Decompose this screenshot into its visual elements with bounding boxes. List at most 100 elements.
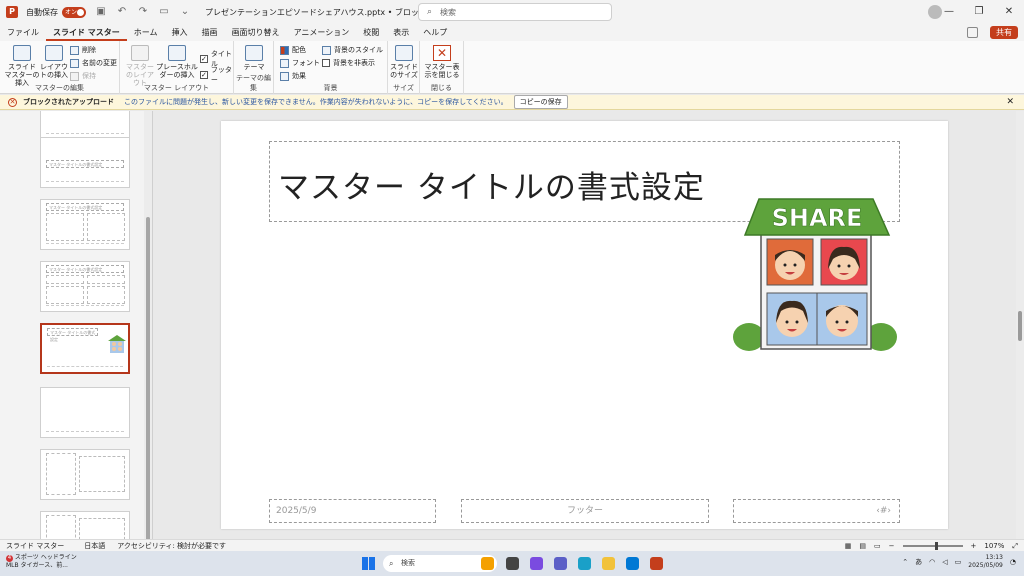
ribbon-tabs: ファイル スライド マスター ホーム 挿入 描画 画面切り替え アニメーション … (0, 24, 1024, 41)
save-copy-button[interactable]: コピーの保存 (513, 95, 568, 109)
zoom-slider[interactable] (902, 542, 963, 550)
chevron-up-icon[interactable]: ⌃ (902, 558, 908, 566)
slide-thumbnail[interactable] (40, 111, 130, 140)
fonts-button[interactable]: フォント (280, 58, 320, 68)
message-text[interactable]: このファイルに問題が発生し、新しい変更を保存できません。作業内容が失われないよう… (124, 97, 508, 107)
slide-thumbnail[interactable] (40, 387, 130, 438)
pin-icon (70, 71, 79, 81)
canvas-scroll-thumb[interactable] (1018, 311, 1022, 341)
fonts-icon (280, 58, 289, 68)
volume-icon[interactable]: ◁ (942, 558, 947, 566)
colors-button[interactable]: 配色 (280, 45, 306, 55)
autosave-toggle[interactable]: オン (62, 6, 86, 18)
autosave-label: 自動保存 (26, 7, 58, 17)
rename-button[interactable]: 名前の変更 (70, 58, 117, 68)
footer-placeholder[interactable]: フッター (461, 499, 709, 523)
fonts-label: フォント (292, 59, 320, 67)
delete-button[interactable]: 削除 (70, 45, 96, 55)
search-input[interactable]: ⌕ 検索 (418, 3, 612, 21)
minimize-icon[interactable]: — (934, 0, 964, 24)
insert-layout-button[interactable]: レイアウトの挿入 (40, 45, 68, 79)
insert-master-button[interactable]: スライド マスターの挿入 (4, 45, 40, 87)
footer-checkbox[interactable]: ✓ フッター (200, 65, 233, 85)
slide-thumbnail[interactable]: マスター タイトルの書式設定 (40, 199, 130, 250)
group-master-layout: マスターのレイアウト プレースホルダーの挿入 ✓ タイトル ✓ フッター マスタ… (120, 41, 234, 94)
thumbnail-footer (46, 431, 124, 434)
slide-thumbnail[interactable] (40, 449, 130, 500)
background-styles-button[interactable]: 背景のスタイル (322, 45, 383, 55)
wifi-icon[interactable]: ◠ (929, 558, 935, 566)
news-title: スポーツ ヘッドライン (14, 554, 77, 561)
sorter-view-icon[interactable]: ▤ (859, 542, 866, 550)
slide-number-placeholder[interactable]: ‹#› (733, 499, 900, 523)
thumbnail-footer (46, 133, 124, 136)
tab-help[interactable]: ヘルプ (416, 24, 454, 41)
themes-button[interactable]: テーマ (242, 45, 266, 71)
close-icon[interactable]: ✕ (994, 0, 1024, 24)
comment-icon[interactable] (967, 27, 978, 38)
slide-thumbnail[interactable]: マスター タイトルの書式設定 (40, 137, 130, 188)
date-placeholder[interactable]: 2025/5/9 (269, 499, 436, 523)
thumbnail-scrollbar[interactable] (144, 111, 152, 539)
redo-icon[interactable]: ↷ (137, 6, 149, 18)
slide-thumbnail-selected[interactable]: マスター タイトルの書式設定 (40, 323, 130, 374)
widget-icon[interactable] (481, 557, 494, 570)
tab-home[interactable]: ホーム (127, 24, 165, 41)
present-icon[interactable]: ▭ (158, 6, 170, 18)
tab-review[interactable]: 校閲 (356, 24, 386, 41)
tab-slide-master[interactable]: スライド マスター (46, 24, 127, 41)
slide[interactable]: マスター タイトルの書式設定 SHARE 2025/5/9 フッター ‹#› (221, 121, 948, 529)
insert-placeholder-button[interactable]: プレースホルダーの挿入 (156, 45, 198, 79)
tab-file[interactable]: ファイル (0, 24, 46, 41)
zoom-in-icon[interactable]: + (971, 542, 977, 550)
task-view-icon[interactable] (506, 557, 519, 570)
save-icon[interactable]: ▣ (95, 6, 107, 18)
explorer-icon[interactable] (602, 557, 615, 570)
canvas-scrollbar[interactable] (1016, 111, 1024, 539)
zoom-out-icon[interactable]: − (889, 542, 895, 550)
close-icon[interactable]: ✕ (1006, 97, 1014, 107)
customize-icon[interactable]: ⌄ (179, 6, 191, 18)
accessibility-label[interactable]: アクセシビリティ: 検討が必要です (117, 541, 226, 551)
tab-view[interactable]: 表示 (386, 24, 416, 41)
restore-icon[interactable]: ❐ (964, 0, 994, 24)
thumbnail-content-box (87, 286, 125, 304)
taskbar-search[interactable]: ⌕ 検索 (383, 555, 497, 572)
fit-to-window-icon[interactable]: ⤢ (1012, 542, 1018, 551)
reading-view-icon[interactable]: ▭ (874, 542, 881, 550)
outlook-icon[interactable] (626, 557, 639, 570)
undo-icon[interactable]: ↶ (116, 6, 128, 18)
normal-view-icon[interactable]: ▦ (845, 542, 852, 550)
tab-draw[interactable]: 描画 (195, 24, 225, 41)
zoom-level[interactable]: 107% (984, 542, 1004, 550)
language-label[interactable]: 日本語 (84, 541, 105, 551)
tab-transitions[interactable]: 画面切り替え (225, 24, 287, 41)
share-button[interactable]: 共有 (990, 26, 1018, 39)
group-size: スライドのサイズ サイズ (388, 41, 420, 94)
copilot-icon[interactable] (530, 557, 543, 570)
master-layout-button[interactable]: マスターのレイアウト (124, 45, 156, 87)
teams-icon[interactable] (554, 557, 567, 570)
clock[interactable]: 13:13 2025/05/09 (968, 554, 1003, 570)
powerpoint-taskbar-icon[interactable] (650, 557, 663, 570)
thumbnail-scroll-thumb[interactable] (146, 217, 150, 539)
notification-icon[interactable]: ◔ (1010, 558, 1016, 566)
system-tray: ⌃ あ ◠ ◁ ▭ 13:13 2025/05/09 ◔ (902, 554, 1016, 570)
battery-icon[interactable]: ▭ (955, 558, 962, 566)
effects-button[interactable]: 効果 (280, 71, 306, 81)
checkbox-icon (322, 59, 330, 67)
group-label-edit-master: マスターの編集 (35, 84, 84, 92)
edge-icon[interactable] (578, 557, 591, 570)
thumbnail-content-box (46, 453, 76, 495)
ime-icon[interactable]: あ (915, 557, 922, 567)
slide-size-button[interactable]: スライドのサイズ (390, 45, 418, 79)
preserve-button[interactable]: 保持 (70, 71, 96, 81)
close-master-view-button[interactable]: ✕ マスター表示を閉じる (424, 45, 460, 79)
hide-background-checkbox[interactable]: 背景を非表示 (322, 58, 375, 68)
windows-start-icon[interactable] (362, 557, 375, 570)
news-widget[interactable]: 4 スポーツ ヘッドライン MLB タイガース、前... (6, 554, 77, 570)
tab-animations[interactable]: アニメーション (287, 24, 357, 41)
slide-thumbnail[interactable]: マスター タイトルの書式設定 (40, 261, 130, 312)
slide-thumbnail[interactable] (40, 511, 130, 539)
tab-insert[interactable]: 挿入 (165, 24, 195, 41)
